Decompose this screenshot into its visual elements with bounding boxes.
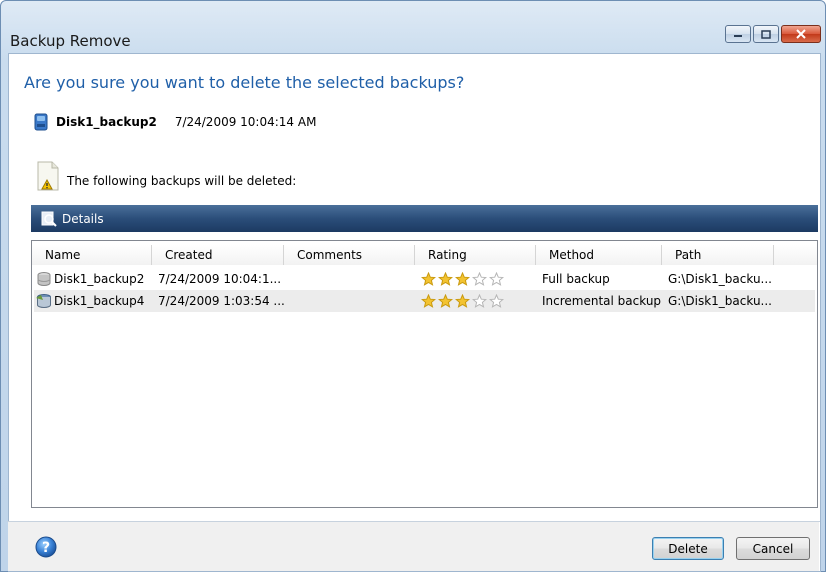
svg-text:?: ? xyxy=(42,540,50,556)
column-name[interactable]: Name xyxy=(32,245,152,265)
help-icon: ? xyxy=(35,536,57,558)
star-filled-icon[interactable] xyxy=(421,272,436,286)
column-comments[interactable]: Comments xyxy=(284,245,415,265)
confirmation-question: Are you sure you want to delete the sele… xyxy=(24,73,465,92)
window-title: Backup Remove xyxy=(10,32,131,50)
close-button[interactable] xyxy=(781,25,821,43)
disk-icon xyxy=(34,271,54,287)
backup-date: 7/24/2009 10:04:14 AM xyxy=(174,115,317,129)
star-filled-icon[interactable] xyxy=(455,272,470,286)
maximize-icon xyxy=(761,29,771,39)
details-label: Details xyxy=(62,211,104,226)
row-path: G:\Disk1_backu... xyxy=(668,294,772,308)
table-row[interactable]: Disk1_backup2 7/24/2009 10:04:1... Full … xyxy=(34,268,815,290)
star-empty-icon[interactable] xyxy=(489,272,504,286)
backup-name: Disk1_backup2 xyxy=(56,115,157,129)
deletion-notice-text: The following backups will be deleted: xyxy=(67,174,297,188)
details-magnifier-icon xyxy=(41,211,57,227)
minimize-icon xyxy=(734,35,742,37)
backup-archive-icon xyxy=(34,113,48,131)
rating-stars[interactable] xyxy=(421,272,537,286)
title-bar[interactable]: Backup Remove xyxy=(1,1,825,53)
selected-backup: Disk1_backup2 7/24/2009 10:04:14 AM xyxy=(34,113,316,131)
cancel-button[interactable]: Cancel xyxy=(736,537,810,560)
star-filled-icon[interactable] xyxy=(438,294,453,308)
row-method: Incremental backup xyxy=(542,294,662,308)
star-filled-icon[interactable] xyxy=(455,294,470,308)
caption-buttons xyxy=(725,25,821,43)
incremental-disk-icon xyxy=(34,293,54,309)
maximize-button[interactable] xyxy=(753,25,779,43)
row-name: Disk1_backup2 xyxy=(54,272,145,286)
row-path: G:\Disk1_backu... xyxy=(668,272,772,286)
column-created[interactable]: Created xyxy=(152,245,284,265)
warning-document-icon xyxy=(37,161,59,191)
row-rating[interactable] xyxy=(416,294,537,308)
list-header: Name Created Comments Rating Method Path xyxy=(32,245,817,265)
star-filled-icon[interactable] xyxy=(421,294,436,308)
column-path[interactable]: Path xyxy=(662,245,774,265)
rating-stars[interactable] xyxy=(421,294,537,308)
star-empty-icon[interactable] xyxy=(472,272,487,286)
row-rating[interactable] xyxy=(416,272,537,286)
star-filled-icon[interactable] xyxy=(438,272,453,286)
close-icon xyxy=(796,29,806,39)
delete-button[interactable]: Delete xyxy=(652,537,724,560)
column-rating[interactable]: Rating xyxy=(415,245,536,265)
backup-list[interactable]: Name Created Comments Rating Method Path… xyxy=(31,240,818,508)
deletion-notice: The following backups will be deleted: xyxy=(35,160,296,192)
help-button[interactable]: ? xyxy=(35,536,57,561)
minimize-button[interactable] xyxy=(725,25,751,43)
star-empty-icon[interactable] xyxy=(489,294,504,308)
column-method[interactable]: Method xyxy=(536,245,662,265)
star-empty-icon[interactable] xyxy=(472,294,487,308)
row-name: Disk1_backup4 xyxy=(54,294,145,308)
row-created: 7/24/2009 1:03:54 ... xyxy=(158,294,285,308)
row-created: 7/24/2009 10:04:1... xyxy=(158,272,282,286)
row-method: Full backup xyxy=(542,272,610,286)
details-header[interactable]: Details xyxy=(31,205,818,232)
column-filler xyxy=(774,245,817,265)
table-row[interactable]: Disk1_backup4 7/24/2009 1:03:54 ... Incr… xyxy=(34,290,815,312)
